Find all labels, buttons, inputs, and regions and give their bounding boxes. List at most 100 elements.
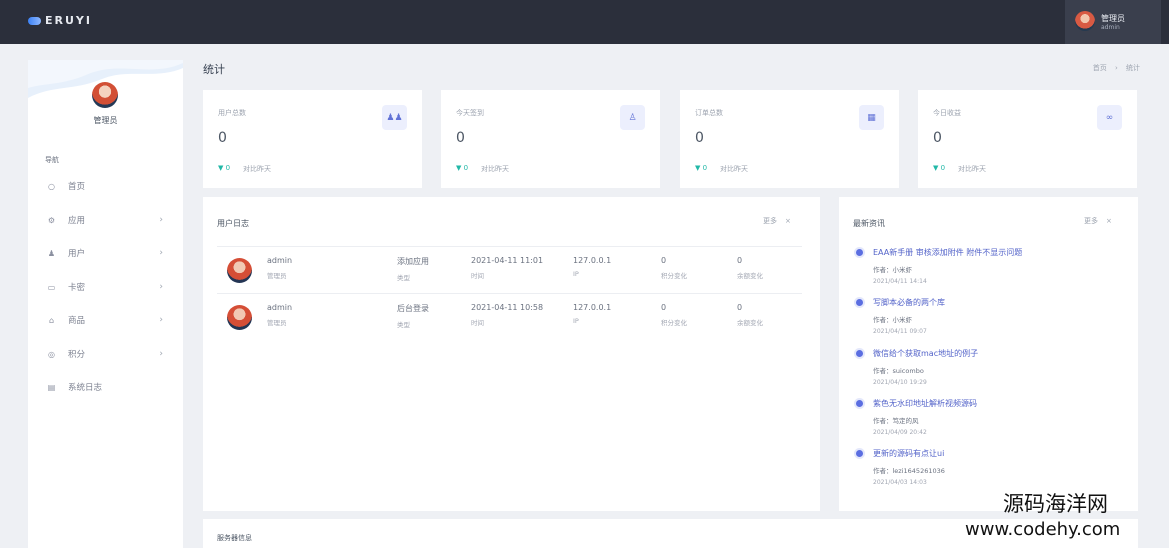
stat-trend-value: 0 xyxy=(463,164,469,172)
log-ip-cell: 127.0.0.1 IP xyxy=(573,303,611,325)
stat-card-order-total: 订单总数 0 ▦ ▼ 0 对比昨天 xyxy=(680,90,899,188)
news-date: 2021/04/09 20:42 xyxy=(873,429,927,436)
log-user-role: 管理员 xyxy=(267,272,287,280)
latest-news-title: 最新资讯 xyxy=(853,219,885,228)
log-user-cell: admin 管理员 xyxy=(267,256,292,280)
stat-compare-label: 对比昨天 xyxy=(481,165,509,173)
news-date: 2021/04/11 09:07 xyxy=(873,328,927,335)
log-ip-label: IP xyxy=(573,317,579,325)
chevron-right-icon: › xyxy=(159,215,163,225)
gear-icon: ⚙ xyxy=(47,215,56,225)
stat-value: 0 xyxy=(218,130,227,146)
sidebar-item-points[interactable]: ◎ 积分 › xyxy=(28,343,183,365)
log-balance-cell: 0 余额变化 xyxy=(737,256,763,280)
logo-text: ERUYI xyxy=(45,14,92,27)
watermark: 源码海洋网 www.codehy.com xyxy=(965,492,1169,548)
avatar xyxy=(227,258,252,283)
log-time-cell: 2021-04-11 10:58 时间 xyxy=(471,303,543,327)
breadcrumb-current: 统计 xyxy=(1126,64,1140,72)
stat-value: 0 xyxy=(695,130,704,146)
sidebar-item-label: 应用 xyxy=(68,216,86,226)
news-title[interactable]: EAA新手册 审核添加附件 附件不显示问题 xyxy=(873,247,1022,258)
news-dot-icon xyxy=(856,400,863,407)
calendar-icon: ▦ xyxy=(859,105,884,130)
stat-title: 今天签到 xyxy=(456,109,484,117)
stat-value: 0 xyxy=(456,130,465,146)
list-item[interactable]: EAA新手册 审核添加附件 附件不显示问题 作者：小米虾 2021/04/11 … xyxy=(853,247,1123,297)
avatar xyxy=(1075,11,1095,31)
chevron-right-icon: › xyxy=(159,349,163,359)
sidebar-item-label: 系统日志 xyxy=(68,383,103,393)
stat-title: 订单总数 xyxy=(695,109,723,117)
sidebar-item-cards[interactable]: ▭ 卡密 › xyxy=(28,276,183,298)
news-title[interactable]: 更新的源码有点让ui xyxy=(873,448,944,459)
log-action: 后台登录 xyxy=(397,304,429,313)
news-date: 2021/04/11 14:14 xyxy=(873,278,927,285)
watermark-url-text: www.codehy.com xyxy=(965,519,1121,540)
list-item[interactable]: 更新的源码有点让ui 作者：lezi1645261036 2021/04/03 … xyxy=(853,448,1123,498)
stat-card-user-total: 用户总数 0 ♟♟ ▼ 0 对比昨天 xyxy=(203,90,422,188)
breadcrumb-home-link[interactable]: 首页 xyxy=(1093,64,1107,72)
stat-trend-value: 0 xyxy=(702,164,708,172)
user-role: admin xyxy=(1101,24,1120,31)
latest-news-more-link[interactable]: 更多 × xyxy=(1084,216,1112,226)
log-points: 0 xyxy=(661,303,667,312)
sidebar-item-home[interactable]: ○ 首页 xyxy=(28,175,183,197)
card-icon: ▭ xyxy=(47,282,56,292)
log-balance-label: 余额变化 xyxy=(737,319,763,327)
log-ip-label: IP xyxy=(573,270,579,278)
news-title[interactable]: 微信给个获取mac地址的例子 xyxy=(873,348,978,359)
nav-heading: 导航 xyxy=(45,156,59,164)
sidebar-profile-name: 管理员 xyxy=(93,116,118,125)
log-balance: 0 xyxy=(737,303,743,312)
stat-card-today-income: 今日收益 0 ∞ ▼ 0 对比昨天 xyxy=(918,90,1137,188)
log-points-label: 积分变化 xyxy=(661,319,687,327)
stat-title: 用户总数 xyxy=(218,109,246,117)
list-item[interactable]: 紫色无水印地址解析视频源码 作者：笃定的风 2021/04/09 20:42 xyxy=(853,398,1123,448)
log-action-label: 类型 xyxy=(397,274,410,282)
stat-trend: ▼ 0 xyxy=(218,164,231,172)
stat-compare-label: 对比昨天 xyxy=(720,165,748,173)
page-title: 统计 xyxy=(203,63,225,76)
news-title[interactable]: 写脚本必备的两个库 xyxy=(873,297,945,308)
news-dot-icon xyxy=(856,350,863,357)
news-date: 2021/04/10 19:29 xyxy=(873,379,927,386)
list-item[interactable]: 微信给个获取mac地址的例子 作者：suicombo 2021/04/10 19… xyxy=(853,348,1123,398)
news-title[interactable]: 紫色无水印地址解析视频源码 xyxy=(873,398,977,409)
sidebar-item-label: 积分 xyxy=(68,350,86,360)
user-menu[interactable]: 管理员 admin xyxy=(1065,0,1161,44)
user-log-more-link[interactable]: 更多 × xyxy=(763,216,791,226)
log-action: 添加应用 xyxy=(397,257,429,266)
log-points: 0 xyxy=(661,256,667,265)
log-time: 2021-04-11 11:01 xyxy=(471,256,544,265)
log-points-cell: 0 积分变化 xyxy=(661,303,687,327)
stat-trend: ▼ 0 xyxy=(933,164,946,172)
log-balance: 0 xyxy=(737,256,743,265)
sidebar-item-system-log[interactable]: ▤ 系统日志 xyxy=(28,376,183,398)
close-icon[interactable]: × xyxy=(1106,217,1112,225)
log-user-name: admin xyxy=(267,303,293,312)
circle-icon: ○ xyxy=(48,181,55,191)
user-icon: ♟ xyxy=(47,248,56,258)
log-user-name: admin xyxy=(267,256,293,265)
close-icon[interactable]: × xyxy=(785,217,791,225)
log-time: 2021-04-11 10:58 xyxy=(471,303,544,312)
list-item[interactable]: 写脚本必备的两个库 作者：小米虾 2021/04/11 09:07 xyxy=(853,297,1123,347)
log-icon: ▤ xyxy=(47,382,56,392)
stat-value: 0 xyxy=(933,130,942,146)
avatar xyxy=(92,82,118,108)
chevron-right-icon: › xyxy=(159,315,163,325)
avatar xyxy=(227,305,252,330)
stat-trend: ▼ 0 xyxy=(695,164,708,172)
users-icon: ♟♟ xyxy=(382,105,407,130)
log-user-cell: admin 管理员 xyxy=(267,303,292,327)
link-icon: ∞ xyxy=(1097,105,1122,130)
sidebar-item-products[interactable]: ⌂ 商品 › xyxy=(28,309,183,331)
app-logo[interactable]: ERUYI xyxy=(28,14,92,27)
stat-trend-value: 0 xyxy=(225,164,231,172)
news-dot-icon xyxy=(856,299,863,306)
sidebar-item-apps[interactable]: ⚙ 应用 › xyxy=(28,209,183,231)
log-ip: 127.0.0.1 xyxy=(573,303,612,312)
points-icon: ◎ xyxy=(48,349,55,359)
sidebar-item-users[interactable]: ♟ 用户 › xyxy=(28,242,183,264)
